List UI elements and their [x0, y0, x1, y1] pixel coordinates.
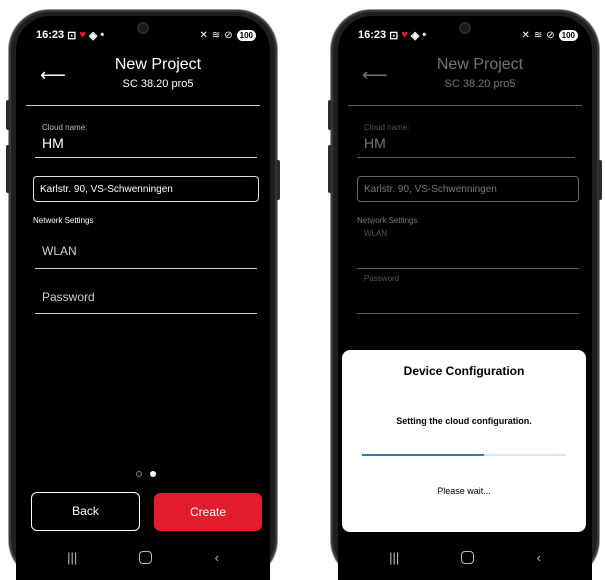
- wlan-underline: [357, 268, 579, 269]
- create-button[interactable]: Create: [154, 493, 262, 531]
- network-settings-label: Network Settings: [33, 216, 94, 225]
- back-button[interactable]: Back: [31, 492, 140, 531]
- volume-button: [6, 100, 10, 130]
- settings-icon: ◈: [410, 29, 420, 42]
- password-underline: [35, 313, 257, 314]
- page-title: New Project: [114, 56, 202, 73]
- back-nav-icon[interactable]: ‹: [537, 550, 541, 565]
- dialog-title: Device Configuration: [403, 364, 525, 378]
- cloud-name-underline: [35, 157, 257, 158]
- progress-bar-fill: [362, 454, 485, 456]
- cloud-name-input: HM: [364, 135, 386, 151]
- cloud-name-label: Cloud name:: [42, 123, 88, 132]
- page-dot: [136, 471, 142, 477]
- page-indicator: [136, 471, 156, 477]
- page-subtitle: SC 38.20 pro5: [122, 78, 194, 90]
- heart-icon: ♥: [401, 29, 408, 41]
- dnd-icon: ⊘: [224, 29, 233, 41]
- page-subtitle: SC 38.20 pro5: [444, 78, 516, 90]
- dot-icon: •: [422, 29, 427, 41]
- phone-frame-right: 16:23 ⊡ ♥ ◈ • ✕ ≋ ⊘ 100 ⟵ New Project SC…: [328, 10, 602, 580]
- dialog-message: Setting the cloud configuration.: [396, 416, 532, 426]
- progress-bar: [362, 454, 566, 456]
- status-time: 16:23: [36, 29, 65, 41]
- back-nav-icon[interactable]: ‹: [215, 550, 219, 565]
- mute-icon: ✕: [199, 29, 208, 41]
- wifi-icon: ≋: [211, 29, 221, 41]
- settings-icon: ◈: [88, 29, 98, 42]
- cloud-name-underline: [357, 157, 575, 158]
- home-icon[interactable]: [461, 550, 475, 564]
- header-divider: [348, 105, 582, 106]
- volume-button: [6, 145, 10, 193]
- wlan-input[interactable]: WLAN: [42, 244, 77, 258]
- phone-frame-left: 16:23 ⊡ ♥ ◈ • ✕ ≋ ⊘ 100 ⟵ New Project SC…: [6, 10, 280, 580]
- status-bar: 16:23 ⊡ ♥ ◈ • ✕ ≋ ⊘ 100: [36, 27, 256, 43]
- page-title: New Project: [436, 56, 524, 73]
- dnd-icon: ⊘: [546, 29, 555, 41]
- dialog-wait-text: Please wait...: [437, 486, 491, 496]
- network-settings-label: Network Settings: [357, 216, 418, 225]
- power-button: [276, 160, 280, 200]
- battery-icon: 100: [558, 29, 578, 41]
- home-icon[interactable]: [139, 550, 153, 564]
- device-configuration-dialog: Device Configuration Setting the cloud c…: [342, 350, 586, 532]
- system-nav-bar: ||| ‹: [16, 544, 270, 570]
- screen-configuring: 16:23 ⊡ ♥ ◈ • ✕ ≋ ⊘ 100 ⟵ New Project SC…: [338, 16, 592, 580]
- system-nav-bar: ||| ‹: [338, 544, 592, 570]
- header-divider: [26, 105, 260, 106]
- wifi-icon: ≋: [533, 29, 543, 41]
- volume-button: [328, 145, 332, 193]
- recent-apps-icon[interactable]: |||: [67, 550, 77, 565]
- notification-icon: ⊡: [389, 29, 399, 42]
- cloud-name-input[interactable]: HM: [42, 135, 64, 151]
- wlan-underline: [35, 268, 257, 269]
- password-input[interactable]: Password: [42, 290, 95, 304]
- password-input: Password: [364, 274, 400, 283]
- volume-button: [328, 100, 332, 130]
- dot-icon: •: [100, 29, 105, 41]
- recent-apps-icon[interactable]: |||: [389, 550, 399, 565]
- battery-icon: 100: [236, 29, 256, 41]
- password-underline: [357, 313, 579, 314]
- status-time: 16:23: [358, 29, 387, 41]
- heart-icon: ♥: [79, 29, 86, 41]
- power-button: [598, 160, 602, 200]
- wlan-input: WLAN: [364, 229, 388, 238]
- screen-form: 16:23 ⊡ ♥ ◈ • ✕ ≋ ⊘ 100 ⟵ New Project SC…: [16, 16, 270, 580]
- address-input: Karlstr. 90, VS-Schwenningen: [357, 176, 579, 202]
- cloud-name-label: Cloud name:: [364, 123, 410, 132]
- address-input[interactable]: Karlstr. 90, VS-Schwenningen: [33, 176, 259, 202]
- mute-icon: ✕: [521, 29, 530, 41]
- status-bar: 16:23 ⊡ ♥ ◈ • ✕ ≋ ⊘ 100: [358, 27, 578, 43]
- notification-icon: ⊡: [67, 29, 77, 42]
- page-dot-active: [150, 471, 156, 477]
